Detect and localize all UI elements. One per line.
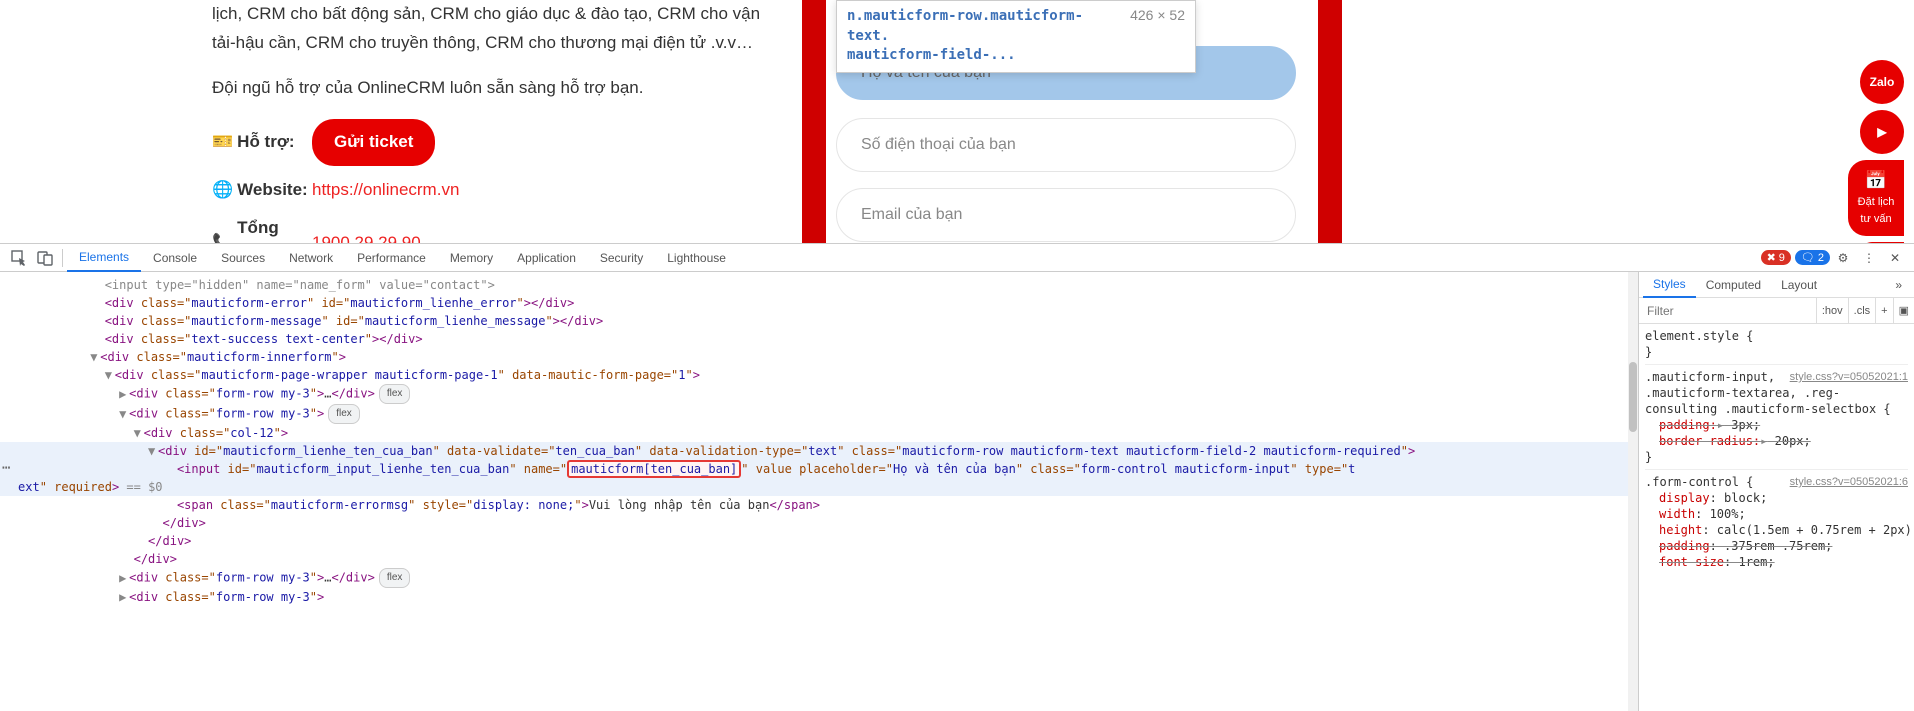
tab-elements[interactable]: Elements — [67, 244, 141, 272]
decor-bar — [802, 0, 826, 243]
devtools-panel: Elements Console Sources Network Perform… — [0, 243, 1914, 711]
source-link[interactable]: style.css?v=05052021:1 — [1790, 369, 1908, 385]
ticket-button[interactable]: Gửi ticket — [312, 119, 435, 166]
devtools-tabbar: Elements Console Sources Network Perform… — [0, 244, 1914, 272]
cls-toggle[interactable]: .cls — [1848, 298, 1876, 323]
text-line: tải-hậu cần, CRM cho truyền thông, CRM c… — [212, 33, 753, 52]
new-rule-icon[interactable]: + — [1875, 298, 1892, 323]
youtube-circle[interactable]: ▶ — [1860, 110, 1904, 154]
inspect-icon[interactable] — [6, 245, 32, 271]
hov-toggle[interactable]: :hov — [1816, 298, 1848, 323]
styles-filter-input[interactable] — [1639, 304, 1816, 318]
more-icon[interactable]: ⋮ — [1856, 245, 1882, 271]
tab-application[interactable]: Application — [505, 244, 588, 272]
tab-styles[interactable]: Styles — [1643, 272, 1696, 298]
article-content: lịch, CRM cho bất động sản, CRM cho giáo… — [0, 0, 800, 243]
tab-security[interactable]: Security — [588, 244, 655, 272]
settings-icon[interactable]: ⚙ — [1830, 245, 1856, 271]
more-tabs-icon[interactable]: » — [1887, 278, 1910, 292]
tab-memory[interactable]: Memory — [438, 244, 505, 272]
email-input[interactable]: Email của bạn — [836, 188, 1296, 242]
css-rules[interactable]: element.style { } style.css?v=05052021:1… — [1639, 324, 1914, 711]
calendar-icon: 📅 — [1865, 170, 1887, 192]
tab-console[interactable]: Console — [141, 244, 209, 272]
source-link[interactable]: style.css?v=05052021:6 — [1790, 474, 1908, 490]
support-text: Đội ngũ hỗ trợ của OnlineCRM luôn sẵn sà… — [212, 74, 800, 103]
text-line: lịch, CRM cho bất động sản, CRM cho giáo… — [212, 4, 760, 23]
device-toggle-icon[interactable] — [32, 245, 58, 271]
tab-network[interactable]: Network — [277, 244, 345, 272]
error-count-badge[interactable]: ✖ 9 — [1761, 250, 1791, 265]
zalo-circle[interactable]: Zalo — [1860, 60, 1904, 104]
styles-menu-icon[interactable]: ▣ — [1893, 298, 1914, 323]
close-icon[interactable]: ✕ — [1882, 245, 1908, 271]
message-count-badge[interactable]: 🗨 2 — [1795, 250, 1830, 265]
highlighted-attribute: mauticform[ten_cua_ban] — [567, 460, 741, 478]
tab-computed[interactable]: Computed — [1696, 272, 1771, 298]
decor-bar — [1318, 0, 1342, 243]
line-marker-icon: ⋯ — [2, 459, 11, 477]
website-link[interactable]: https://onlinecrm.vn — [312, 176, 459, 205]
contact-form: n.mauticform-row.mauticform-text. mautic… — [802, 0, 1342, 243]
label-support: 🎫Hỗ trợ: — [212, 128, 312, 157]
tab-lighthouse[interactable]: Lighthouse — [655, 244, 738, 272]
tab-sources[interactable]: Sources — [209, 244, 277, 272]
scrollbar[interactable] — [1628, 272, 1638, 711]
dom-tree[interactable]: ⋯ <input type="hidden" name="name_form" … — [0, 272, 1638, 711]
phone-input[interactable]: Số điện thoại của bạn — [836, 118, 1296, 172]
tab-performance[interactable]: Performance — [345, 244, 438, 272]
label-website: 🌐Website: — [212, 176, 312, 205]
schedule-button[interactable]: 📅 Đặt lịch tư vấn — [1848, 160, 1904, 236]
styles-panel: Styles Computed Layout » :hov .cls + ▣ e… — [1638, 272, 1914, 711]
element-inspect-tooltip: n.mauticform-row.mauticform-text. mautic… — [836, 0, 1196, 73]
tab-layout[interactable]: Layout — [1771, 272, 1827, 298]
